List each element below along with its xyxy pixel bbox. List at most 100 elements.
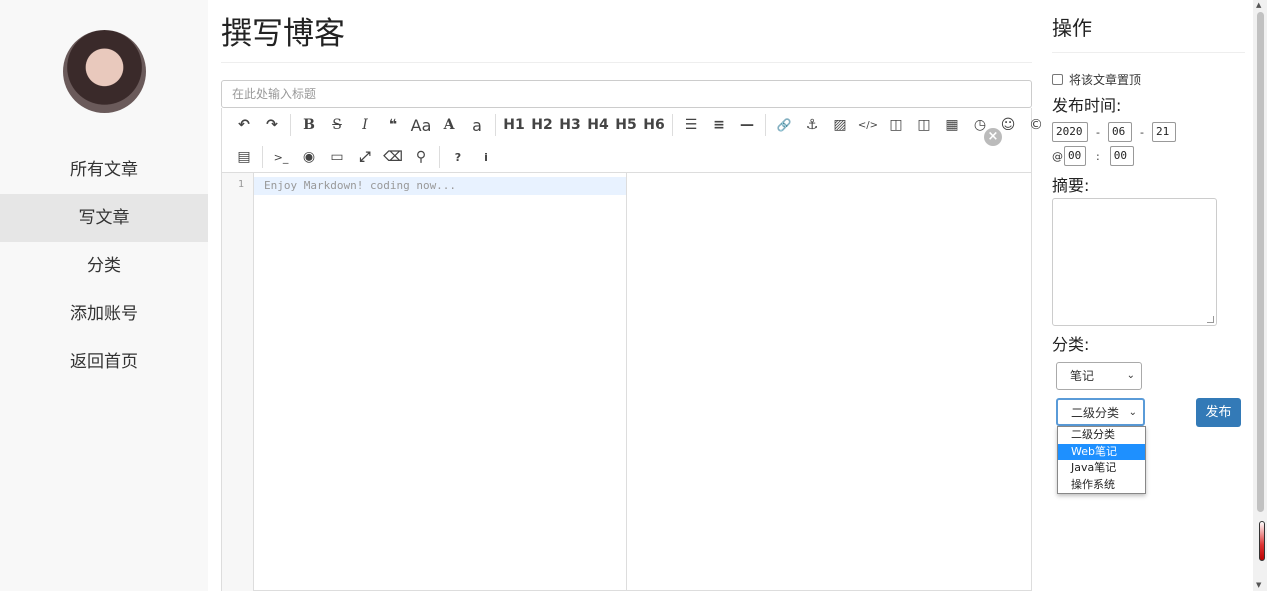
sidebar-item-write-post[interactable]: 写文章 (0, 194, 208, 242)
sidebar-item-categories[interactable]: 分类 (0, 242, 208, 290)
scroll-up-icon[interactable]: ▲ (1256, 1, 1261, 9)
close-icon[interactable]: × (984, 128, 1002, 146)
h6-icon[interactable]: H6 (640, 112, 668, 138)
sidebar-item-add-account[interactable]: 添加账号 (0, 290, 208, 338)
font-lower-icon[interactable]: a (463, 112, 491, 138)
sidebar-item-home[interactable]: 返回首页 (0, 338, 208, 386)
minute-input[interactable]: 00 (1109, 146, 1134, 166)
toolbar-separator (262, 146, 263, 168)
post-title-input[interactable]: 在此处输入标题 (221, 80, 1032, 108)
table-icon[interactable]: ▦ (938, 112, 966, 138)
avatar (63, 30, 146, 113)
help-icon[interactable]: ? (444, 144, 472, 170)
scroll-down-icon[interactable]: ▼ (1256, 581, 1261, 589)
quote-icon[interactable]: ❝ (379, 112, 407, 138)
image-icon[interactable]: ▨ (826, 112, 854, 138)
publish-time-label: 发布时间: (1052, 96, 1122, 115)
h2-icon[interactable]: H2 (528, 112, 556, 138)
unordered-list-icon[interactable]: ☰ (677, 112, 705, 138)
html-entities-icon[interactable]: © (1022, 112, 1050, 138)
editor-placeholder[interactable]: Enjoy Markdown! coding now... (254, 177, 626, 195)
search-icon[interactable]: ⚲ (407, 144, 435, 170)
uppercase-icon[interactable]: Aa (407, 112, 435, 138)
chevron-down-icon: ⌄ (1128, 407, 1137, 418)
undo-icon[interactable]: ↶ (230, 112, 258, 138)
toolbar-row-1: ↶ ↷ B S I ❝ Aa A a H1 H2 H3 H4 H5 H6 ☰ ≡… (230, 111, 1050, 139)
line-number: 1 (237, 179, 244, 190)
chevron-down-icon: ⌄ (1126, 370, 1135, 381)
scrollbar-thumb[interactable] (1257, 12, 1264, 512)
category-select-value: 笔记 (1070, 369, 1095, 383)
anchor-icon[interactable]: ⚓ (798, 112, 826, 138)
divider (1052, 52, 1245, 53)
year-input[interactable]: 2020 (1052, 122, 1088, 142)
category-select[interactable]: 笔记 ⌄ (1056, 362, 1142, 390)
pin-post-label: 将该文章置顶 (1069, 73, 1142, 87)
toolbar-row-2: ▤ >_ ◉ ▭ ⤢ ⌫ ⚲ ? i (230, 143, 500, 171)
bold-icon[interactable]: B (295, 112, 323, 138)
horizontal-rule-icon[interactable]: — (733, 112, 761, 138)
summary-label: 摘要: (1052, 176, 1090, 195)
ordered-list-icon[interactable]: ≡ (705, 112, 733, 138)
h5-icon[interactable]: H5 (612, 112, 640, 138)
date-separator: - (1139, 125, 1144, 139)
toolbar-separator (290, 114, 291, 136)
clear-icon[interactable]: ⌫ (379, 144, 407, 170)
preview-icon[interactable]: ▭ (323, 144, 351, 170)
dropdown-option[interactable]: Web笔记 (1058, 443, 1145, 460)
editor-toolbar: ↶ ↷ B S I ❝ Aa A a H1 H2 H3 H4 H5 H6 ☰ ≡… (222, 108, 1043, 173)
dropdown-option[interactable]: 二级分类 (1058, 427, 1145, 444)
h3-icon[interactable]: H3 (556, 112, 584, 138)
ops-title: 操作 (1052, 16, 1092, 40)
scrollbar[interactable]: ▲ ▼ (1253, 0, 1267, 591)
dropdown-option[interactable]: Java笔记 (1058, 460, 1145, 477)
at-sign: @ (1052, 149, 1063, 163)
h1-icon[interactable]: H1 (500, 112, 528, 138)
pin-post-row: 将该文章置顶 (1052, 71, 1141, 88)
italic-icon[interactable]: I (351, 112, 379, 138)
dropdown-option[interactable]: 操作系统 (1058, 477, 1145, 494)
info-icon[interactable]: i (472, 144, 500, 170)
watch-toggle-icon[interactable]: ◉ (295, 144, 323, 170)
summary-textarea[interactable] (1052, 198, 1217, 326)
hour-input[interactable]: 00 (1064, 146, 1086, 166)
link-icon[interactable]: 🔗 (770, 112, 798, 138)
redo-icon[interactable]: ↷ (258, 112, 286, 138)
code-block-icon[interactable]: ◫ (882, 112, 910, 138)
subcategory-select[interactable]: 二级分类 ⌄ (1056, 398, 1145, 426)
time-row: @ 00 : 00 (1052, 146, 1134, 166)
sidebar: 所有文章 写文章 分类 添加账号 返回首页 (0, 0, 208, 591)
h4-icon[interactable]: H4 (584, 112, 612, 138)
publish-button[interactable]: 发布 (1196, 398, 1241, 427)
month-input[interactable]: 06 (1107, 122, 1132, 142)
pin-post-checkbox[interactable] (1052, 74, 1063, 85)
pagebreak-icon[interactable]: ▤ (230, 144, 258, 170)
resize-handle-icon[interactable] (1207, 316, 1214, 323)
sidebar-item-all-posts[interactable]: 所有文章 (0, 146, 208, 194)
toolbar-separator (495, 114, 496, 136)
subcategory-select-value: 二级分类 (1071, 406, 1120, 420)
font-upper-icon[interactable]: A (435, 112, 463, 138)
subcategory-dropdown: 二级分类 Web笔记 Java笔记 操作系统 (1057, 426, 1146, 494)
toolbar-separator (765, 114, 766, 136)
code-pane[interactable]: Enjoy Markdown! coding now... (254, 173, 627, 591)
time-separator: : (1096, 149, 1100, 163)
date-row: 2020 - 06 - 21 (1052, 122, 1176, 142)
page-title: 撰写博客 (221, 16, 345, 52)
divider (221, 62, 1032, 63)
line-gutter: 1 (222, 173, 254, 591)
preview-pane (627, 173, 1031, 591)
category-label: 分类: (1052, 335, 1090, 354)
toolbar-separator (439, 146, 440, 168)
inline-code-icon[interactable]: </> (854, 112, 882, 138)
strikethrough-icon[interactable]: S (323, 112, 351, 138)
toolbar-separator (672, 114, 673, 136)
day-input[interactable]: 21 (1151, 122, 1176, 142)
date-separator: - (1096, 125, 1100, 139)
preformatted-icon[interactable]: ◫ (910, 112, 938, 138)
thermometer-icon (1259, 521, 1265, 561)
fullscreen-icon[interactable]: ⤢ (351, 144, 379, 170)
markdown-editor: ↶ ↷ B S I ❝ Aa A a H1 H2 H3 H4 H5 H6 ☰ ≡… (221, 108, 1043, 591)
operations-panel: 操作 将该文章置顶 发布时间: 2020 - 06 - 21 @ 00 : 00… (1052, 0, 1247, 591)
goto-line-icon[interactable]: >_ (267, 144, 295, 170)
